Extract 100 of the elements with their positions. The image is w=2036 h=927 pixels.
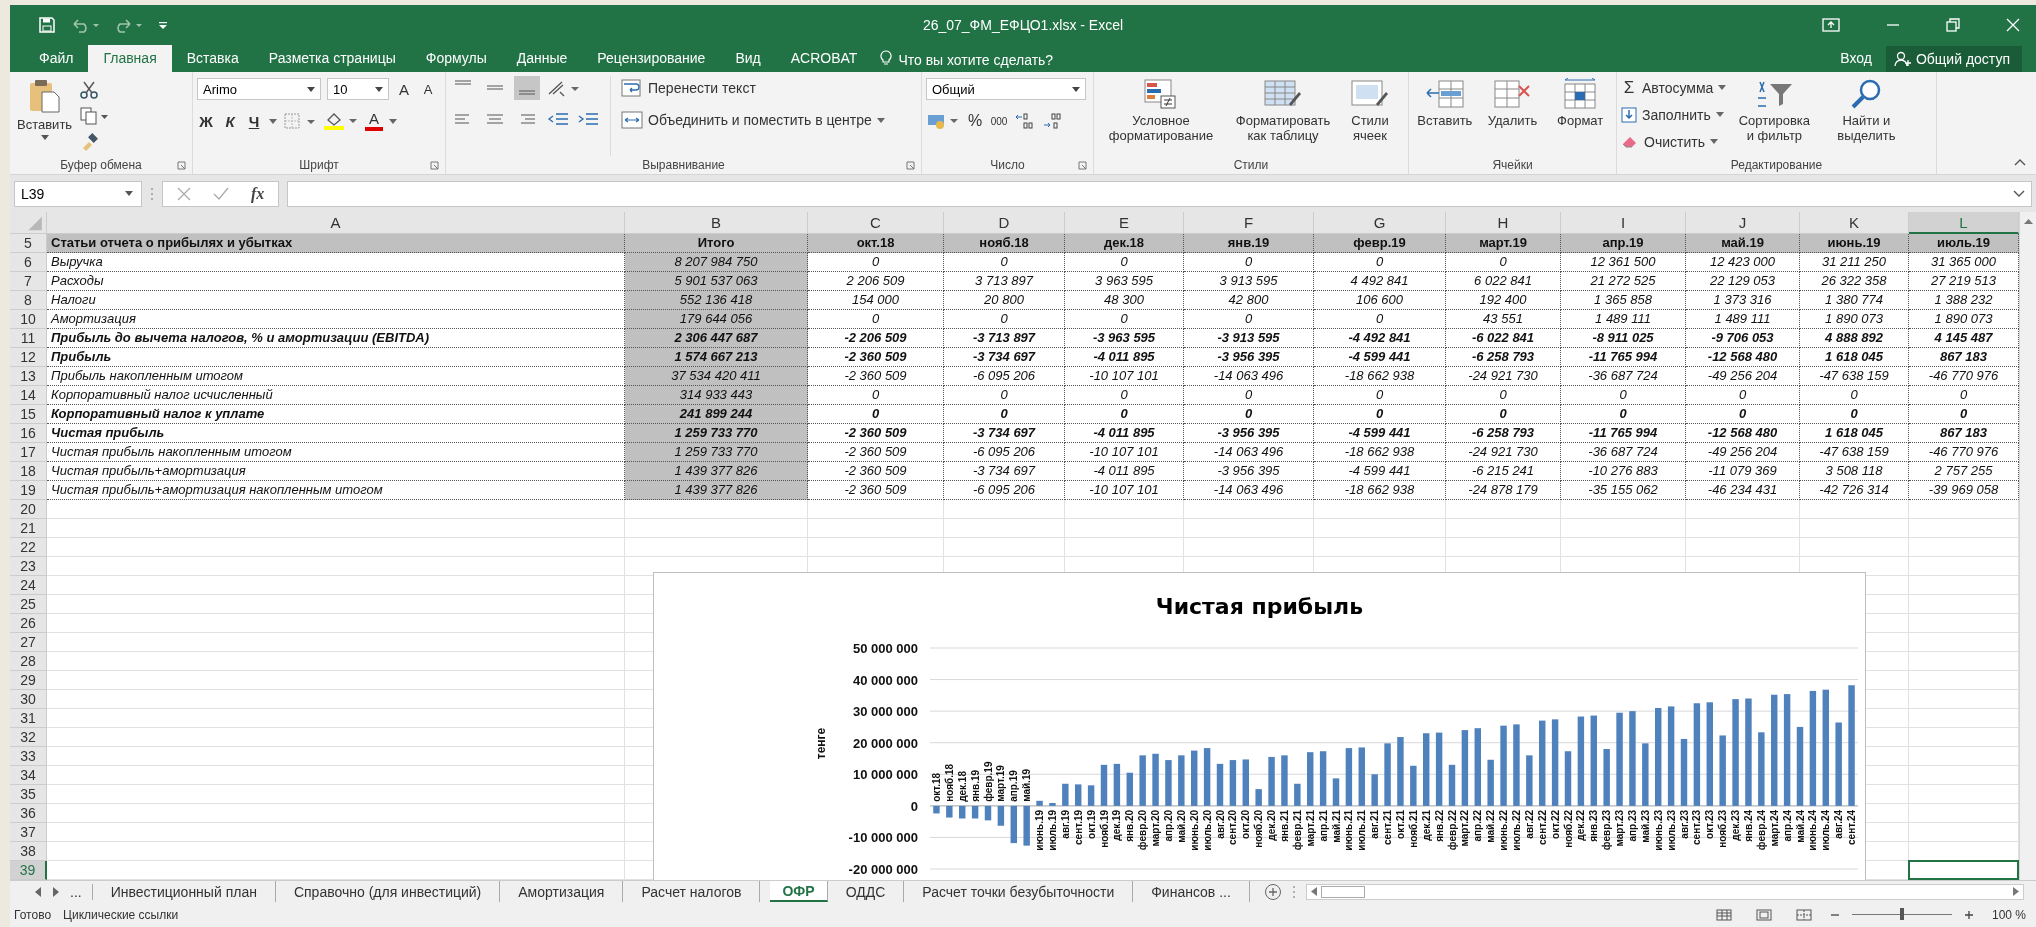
find-select-button[interactable]: Найти и выделить [1822,76,1911,145]
font-size-dropdown[interactable]: 10 [327,78,389,100]
ribbon-tab[interactable]: Разметка страницы [253,45,411,72]
column-header[interactable]: A [47,212,625,234]
column-header[interactable]: D [944,212,1065,234]
row-header[interactable]: 29 [10,671,47,690]
share-button[interactable]: Общий доступ [1885,46,2022,72]
row-header[interactable]: 26 [10,614,47,633]
row-header[interactable]: 11 [10,329,47,348]
scroll-left-icon[interactable] [1310,887,1317,896]
undo-icon[interactable] [70,17,100,33]
column-header[interactable]: C [808,212,944,234]
cell-styles-button[interactable]: Стили ячеек [1342,76,1398,145]
column-header[interactable]: H [1446,212,1561,234]
cancel-icon[interactable] [177,186,191,201]
row-header[interactable]: 27 [10,633,47,652]
customize-toolbar-icon[interactable] [158,20,168,30]
insert-function-button[interactable]: fx [251,184,265,203]
scissors-icon[interactable] [79,80,100,100]
zoom-level[interactable]: 100 % [1991,907,2026,922]
row-header[interactable]: 31 [10,709,47,728]
caret-icon[interactable] [389,118,397,124]
row-header[interactable]: 21 [10,519,47,538]
page-layout-icon[interactable] [1755,908,1772,921]
row-header[interactable]: 28 [10,652,47,671]
font-name-dropdown[interactable]: Arimo [197,78,321,100]
row-header[interactable]: 20 [10,500,47,519]
row-header[interactable]: 34 [10,766,47,785]
format-cells-button[interactable]: Формат [1548,76,1612,130]
row-header[interactable]: 6 [10,253,47,272]
name-box[interactable]: L39 [14,180,142,207]
dialog-launcher-icon[interactable] [177,161,186,170]
column-header[interactable]: F [1184,212,1314,234]
underline-button[interactable]: Ч [245,110,263,132]
dialog-launcher-icon[interactable] [906,161,915,170]
close-icon[interactable] [2006,18,2020,32]
font-color-button[interactable]: A [365,111,383,131]
autosum-button[interactable]: Σ Автосумма [1621,76,1727,99]
normal-view-icon[interactable] [1715,908,1732,921]
ribbon-tab[interactable]: Данные [501,45,583,72]
ribbon-tab[interactable]: Рецензирование [582,45,721,72]
fill-color-icon[interactable] [323,111,359,131]
fill-button[interactable]: Заполнить [1621,103,1727,126]
next-sheet-icon[interactable] [52,886,60,897]
copy-icon[interactable] [79,106,110,126]
scroll-right-icon[interactable] [2013,887,2019,896]
row-header[interactable]: 5 [10,234,47,253]
borders-icon[interactable] [283,112,317,130]
column-header[interactable]: G [1314,212,1446,234]
ribbon-display-options-icon[interactable] [1822,18,1840,32]
decrease-decimal-icon[interactable] [1042,111,1064,131]
row-header[interactable]: 24 [10,576,47,595]
selected-cell[interactable] [1908,860,2019,880]
percent-style-button[interactable]: % [966,110,984,132]
wrap-text-button[interactable]: Перенести текст [621,76,885,100]
delete-cells-button[interactable]: Удалить [1480,76,1545,130]
ribbon-tab[interactable]: ACROBAT [775,45,873,72]
previous-sheet-icon[interactable] [34,886,42,897]
tell-me-field[interactable]: Что вы хотите сделать? [898,48,1069,72]
row-header[interactable]: 14 [10,386,47,405]
page-break-icon[interactable] [1795,908,1812,921]
dialog-launcher-icon[interactable] [430,161,439,170]
bold-button[interactable]: Ж [197,110,215,132]
drag-handle-icon[interactable] [1291,884,1296,899]
checkmark-icon[interactable] [213,186,229,201]
save-icon[interactable] [38,16,56,34]
dialog-launcher-icon[interactable] [1078,161,1087,170]
column-header[interactable]: K [1800,212,1909,234]
column-header[interactable]: J [1686,212,1800,234]
horizontal-scrollbar[interactable] [1305,883,2024,900]
row-header[interactable]: 7 [10,272,47,291]
caret-icon[interactable] [269,118,277,124]
row-header[interactable]: 12 [10,348,47,367]
row-header[interactable]: 25 [10,595,47,614]
row-header[interactable]: 39 [10,861,47,880]
number-format-dropdown[interactable]: Общий [926,78,1086,100]
sign-in-link[interactable]: Вход [1840,45,1872,72]
row-header[interactable]: 38 [10,842,47,861]
row-header[interactable]: 32 [10,728,47,747]
column-header[interactable]: B [625,212,808,234]
row-header[interactable]: 19 [10,481,47,500]
more-sheets-button[interactable]: ... [70,883,93,900]
row-header[interactable]: 15 [10,405,47,424]
row-header[interactable]: 37 [10,823,47,842]
italic-button[interactable]: К [221,110,239,132]
row-header[interactable]: 33 [10,747,47,766]
merge-center-button[interactable]: Объединить и поместить в центре [621,108,885,132]
sort-filter-button[interactable]: Сортировка и фильтр [1730,76,1819,145]
paste-button[interactable]: Вставить [14,76,76,142]
conditional-formatting-button[interactable]: Условное форматирование [1098,76,1224,145]
row-header[interactable]: 23 [10,557,47,576]
row-header[interactable]: 13 [10,367,47,386]
ribbon-tab[interactable]: Вид [720,45,776,72]
increase-decimal-icon[interactable] [1014,111,1036,131]
column-header[interactable]: E [1065,212,1184,234]
drag-handle-icon[interactable] [150,186,154,201]
row-header[interactable]: 18 [10,462,47,481]
vertical-scrollbar[interactable] [2019,212,2036,880]
insert-cells-button[interactable]: Вставить [1413,76,1477,130]
ribbon-tab[interactable]: Вставка [171,45,254,72]
